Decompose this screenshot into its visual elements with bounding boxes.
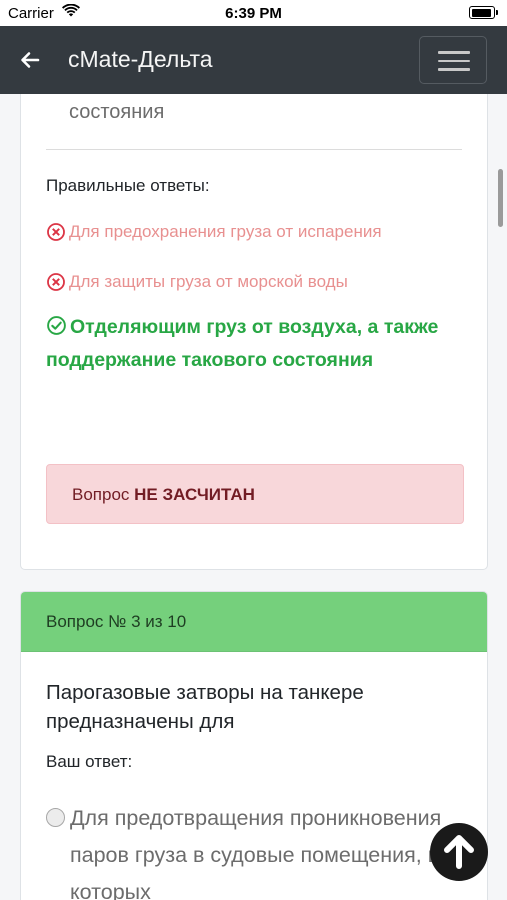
current-question-card: Вопрос № 3 из 10 Парогазовые затворы на …	[20, 591, 488, 900]
alert-prefix: Вопрос	[72, 485, 135, 504]
check-circle-icon	[46, 314, 66, 335]
status-time: 6:39 PM	[225, 5, 282, 22]
navbar: cMate-Дельта	[0, 26, 507, 94]
correct-answer-text: Отделяющим груз от воздуха, а также подд…	[46, 316, 439, 371]
scroll-to-top-button[interactable]	[430, 823, 488, 881]
scrollbar[interactable]	[498, 169, 503, 227]
result-alert: Вопрос НЕ ЗАСЧИТАН	[46, 464, 464, 524]
your-answer-label: Ваш ответ:	[46, 752, 133, 771]
answer-option[interactable]: Для предотвращения проникновения паров г…	[46, 800, 456, 900]
battery-icon	[469, 6, 498, 19]
x-circle-icon	[46, 272, 66, 292]
radio-button[interactable]	[46, 808, 65, 827]
alert-status: НЕ ЗАСЧИТАН	[134, 485, 255, 504]
correct-answers-label: Правильные ответы:	[46, 176, 210, 195]
app-title: cMate-Дельта	[68, 46, 213, 72]
status-bar: Carrier 6:39 PM	[0, 0, 507, 26]
content-area[interactable]: состояния Правильные ответы: Для предохр…	[0, 94, 507, 900]
hamburger-icon	[438, 51, 470, 54]
previous-question-card: состояния Правильные ответы: Для предохр…	[20, 94, 488, 570]
wrong-answer-text: Для защиты груза от морской воды	[69, 272, 348, 291]
wrong-answer-text: Для предохранения груза от испарения	[69, 222, 382, 241]
wrong-answer-item: Для защиты груза от морской воды	[46, 272, 348, 292]
question-header: Вопрос № 3 из 10	[21, 592, 487, 652]
arrow-left-icon[interactable]	[18, 48, 42, 72]
arrow-up-icon	[444, 835, 474, 869]
correct-answer-item: Отделяющим груз от воздуха, а также подд…	[46, 311, 456, 377]
menu-toggle-button[interactable]	[419, 36, 487, 84]
divider	[46, 149, 462, 150]
question-text: Парогазовые затворы на танкере предназна…	[46, 681, 364, 733]
previous-answer-tail: состояния	[69, 101, 165, 123]
x-circle-icon	[46, 222, 66, 242]
wrong-answer-item: Для предохранения груза от испарения	[46, 222, 382, 242]
answer-option-text: Для предотвращения проникновения паров г…	[70, 806, 442, 900]
